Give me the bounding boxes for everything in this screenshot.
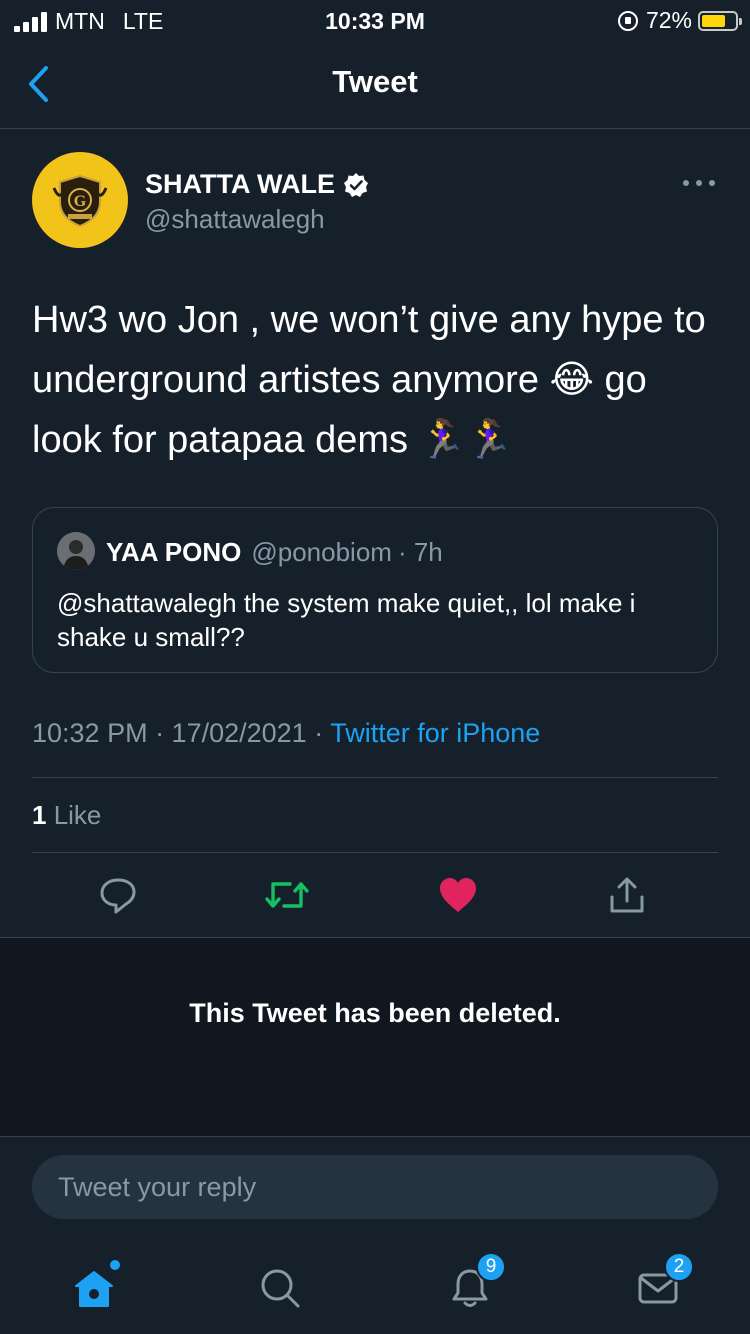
tweet-text: Hw3 wo Jon , we won’t give any hype to u… — [32, 299, 706, 461]
messages-badge: 2 — [664, 1252, 694, 1282]
svg-text:G: G — [74, 193, 87, 210]
battery-icon — [698, 10, 742, 31]
page-title: Tweet — [332, 64, 418, 99]
deleted-tweet-text: This Tweet has been deleted. — [189, 998, 561, 1028]
retweet-icon — [265, 882, 309, 908]
home-new-indicator — [110, 1260, 120, 1270]
tab-notifications[interactable]: 9 — [440, 1252, 506, 1318]
quoted-time: · 7h — [397, 537, 443, 567]
tab-home[interactable] — [64, 1258, 124, 1318]
divider — [32, 852, 718, 853]
quoted-tweet[interactable]: YAA PONO @ponobiom · 7h @shattawalegh th… — [32, 507, 718, 673]
like-count-number: 1 — [32, 800, 47, 830]
like-count-label: Like — [46, 800, 102, 830]
user-handle[interactable]: @shattawalegh — [145, 204, 325, 235]
crest-logo-icon: G — [52, 174, 108, 228]
display-name[interactable]: SHATTA WALE — [145, 169, 369, 200]
quoted-handle: @ponobiom — [251, 537, 392, 567]
verified-badge-icon — [343, 172, 368, 197]
tweet-header: G SHATTA WALE @shattawalegh — [32, 152, 722, 252]
tweet-timestamp: 10:32 PM · 17/02/2021 · — [32, 718, 331, 748]
divider — [32, 777, 718, 778]
notifications-badge: 9 — [476, 1252, 506, 1282]
quoted-name: YAA PONO — [106, 537, 242, 567]
status-bar: MTN LTE 10:33 PM 72% — [0, 0, 750, 40]
orientation-lock-icon — [617, 10, 638, 31]
avatar[interactable]: G — [32, 152, 128, 248]
status-right: 72% — [617, 7, 742, 34]
reply-button[interactable] — [93, 870, 143, 920]
bottom-tab-bar: 9 2 — [0, 1240, 750, 1334]
battery-percent: 72% — [645, 7, 692, 33]
like-button[interactable] — [433, 870, 483, 920]
quoted-avatar — [57, 532, 95, 570]
more-options-icon[interactable] — [682, 178, 716, 188]
share-icon — [610, 877, 644, 913]
like-count[interactable]: 1 Like — [32, 800, 101, 831]
tweet-actions — [0, 870, 750, 936]
tweet-source-link[interactable]: Twitter for iPhone — [330, 718, 540, 748]
deleted-tweet-notice: This Tweet has been deleted. — [0, 937, 750, 1137]
navigation-header: Tweet — [0, 40, 750, 129]
tab-search[interactable] — [250, 1258, 310, 1318]
battery-fill — [702, 14, 726, 27]
quoted-text: @shattawalegh the system make quiet,, lo… — [57, 588, 636, 652]
reply-input[interactable] — [58, 1155, 688, 1219]
home-icon — [75, 1271, 113, 1307]
display-name-text: SHATTA WALE — [145, 169, 335, 199]
retweet-button[interactable] — [262, 870, 312, 920]
quoted-header: YAA PONO @ponobiom · 7h — [106, 537, 443, 568]
tab-messages[interactable]: 2 — [628, 1252, 694, 1318]
share-button[interactable] — [602, 870, 652, 920]
heart-icon — [440, 878, 476, 912]
reply-icon — [100, 878, 136, 914]
tweet-meta: 10:32 PM · 17/02/2021 · Twitter for iPho… — [32, 718, 540, 749]
search-icon — [261, 1269, 300, 1308]
person-silhouette-icon — [57, 532, 95, 570]
reply-box[interactable] — [32, 1155, 718, 1219]
